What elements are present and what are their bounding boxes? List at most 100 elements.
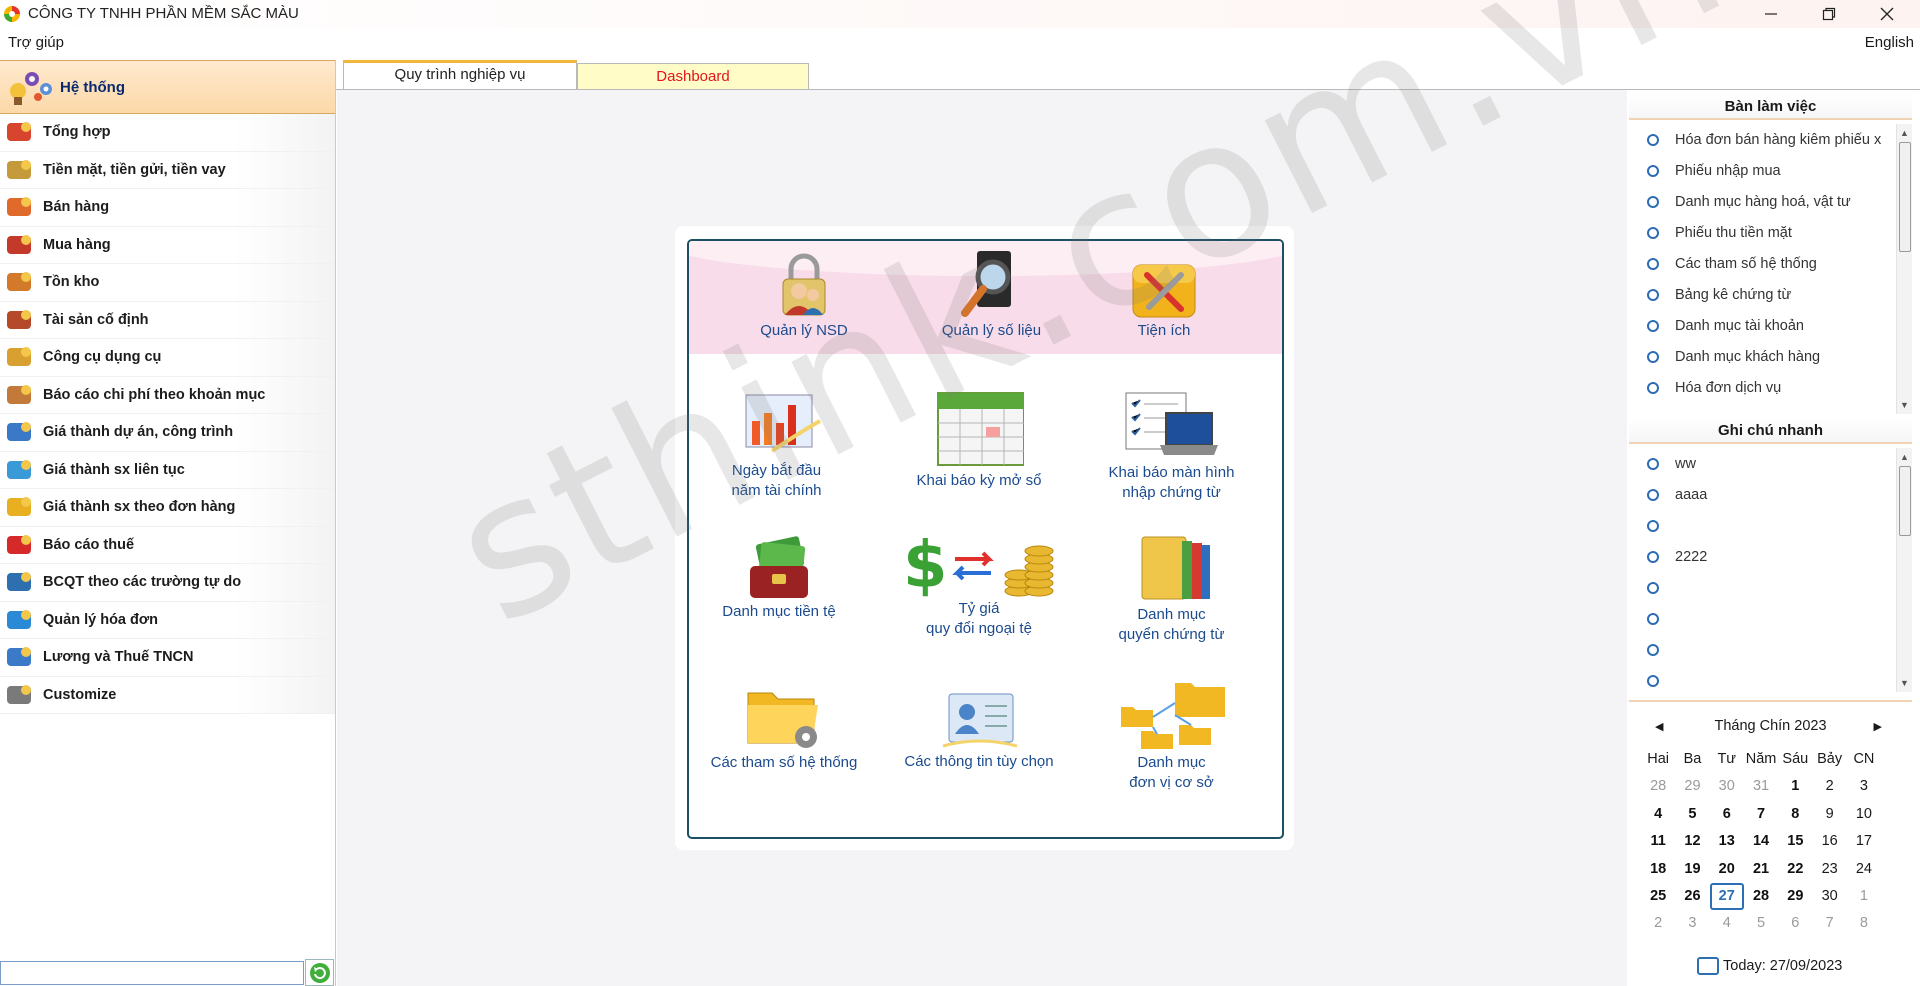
sidebar-search-input[interactable]: [0, 961, 304, 985]
tile-khai-bao-ky-mo-so[interactable]: Khai báo kỳ mở sổ: [904, 389, 1054, 491]
calendar-day[interactable]: 3: [1675, 910, 1709, 937]
minimize-button[interactable]: [1742, 0, 1800, 28]
calendar-day[interactable]: 28: [1744, 883, 1778, 910]
calendar-day[interactable]: 20: [1710, 856, 1744, 883]
language-switch[interactable]: English: [1865, 34, 1914, 51]
calendar-day[interactable]: 26: [1675, 883, 1709, 910]
tab-quy-trinh[interactable]: Quy trình nghiệp vụ: [343, 60, 577, 90]
tile-cac-tham-so-he-thong[interactable]: Các tham số hệ thống: [704, 681, 864, 773]
scroll-up-icon[interactable]: ▲: [1897, 448, 1912, 466]
sidebar-item[interactable]: Tồn kho: [0, 264, 335, 302]
sidebar-item[interactable]: Lương và Thuế TNCN: [0, 639, 335, 677]
tile-ty-gia[interactable]: $ Tỷ giá quy đổi ngoại tệ: [889, 531, 1069, 639]
calendar-day[interactable]: 30: [1710, 773, 1744, 800]
calendar-day[interactable]: 6: [1710, 801, 1744, 828]
calendar-day[interactable]: 12: [1675, 828, 1709, 855]
tile-khai-bao-man-hinh[interactable]: Khai báo màn hình nhập chứng từ: [1089, 389, 1254, 503]
sidebar-item[interactable]: Công cụ dụng cụ: [0, 339, 335, 377]
note-list-item[interactable]: 2222: [1629, 541, 1891, 572]
desk-list-item[interactable]: Danh mục khách hàng: [1629, 341, 1891, 372]
calendar-day[interactable]: 18: [1641, 856, 1675, 883]
sidebar-item[interactable]: Giá thành dự án, công trình: [0, 414, 335, 452]
calendar-day[interactable]: 14: [1744, 828, 1778, 855]
scroll-thumb[interactable]: [1899, 142, 1911, 252]
note-list-item[interactable]: aaaa: [1629, 479, 1891, 510]
sidebar-item[interactable]: Customize: [0, 676, 335, 714]
note-list-item[interactable]: [1629, 572, 1891, 603]
calendar-day[interactable]: 2: [1812, 773, 1846, 800]
menu-help[interactable]: Trợ giúp: [8, 34, 64, 51]
tile-danh-muc-tien-te[interactable]: Danh mục tiền tệ: [709, 536, 849, 622]
tile-danh-muc-quyen-chung-tu[interactable]: Danh mục quyển chứng từ: [1099, 531, 1244, 645]
restore-button[interactable]: [1800, 0, 1858, 28]
calendar-day[interactable]: 22: [1778, 856, 1812, 883]
calendar-day[interactable]: 7: [1812, 910, 1846, 937]
calendar-day[interactable]: 2: [1641, 910, 1675, 937]
desk-list-item[interactable]: Danh mục tài khoản: [1629, 310, 1891, 341]
calendar-day[interactable]: 23: [1812, 856, 1846, 883]
calendar-day[interactable]: 7: [1744, 801, 1778, 828]
calendar-day[interactable]: 28: [1641, 773, 1675, 800]
calendar-day[interactable]: 5: [1744, 910, 1778, 937]
calendar-day[interactable]: 29: [1675, 773, 1709, 800]
calendar-day[interactable]: 9: [1812, 801, 1846, 828]
calendar-day[interactable]: 29: [1778, 883, 1812, 910]
sidebar-item[interactable]: Tài sản cố định: [0, 301, 335, 339]
calendar-next-month-icon[interactable]: ▶: [1874, 720, 1882, 733]
notes-scrollbar[interactable]: ▲ ▼: [1896, 448, 1912, 692]
calendar-day[interactable]: 31: [1744, 773, 1778, 800]
sidebar-item[interactable]: Tiền mặt, tiền gửi, tiền vay: [0, 151, 335, 189]
calendar-day[interactable]: 24: [1847, 856, 1881, 883]
desk-scrollbar[interactable]: ▲ ▼: [1896, 124, 1912, 414]
calendar-day[interactable]: 1: [1847, 883, 1881, 910]
desk-list-item[interactable]: Hóa đơn dịch vụ: [1629, 372, 1891, 403]
calendar-day[interactable]: 16: [1812, 828, 1846, 855]
desk-list-item[interactable]: Hóa đơn bán hàng kiêm phiếu x: [1629, 124, 1891, 155]
calendar-day[interactable]: 25: [1641, 883, 1675, 910]
calendar-day[interactable]: 17: [1847, 828, 1881, 855]
sidebar-search-go-button[interactable]: [305, 959, 334, 986]
scroll-up-icon[interactable]: ▲: [1897, 124, 1912, 142]
calendar-day[interactable]: 8: [1778, 801, 1812, 828]
sidebar-item[interactable]: Bán hàng: [0, 189, 335, 227]
desk-list-item[interactable]: Các tham số hệ thống: [1629, 248, 1891, 279]
calendar-day[interactable]: 10: [1847, 801, 1881, 828]
desk-list-item[interactable]: Phiếu thu tiền mặt: [1629, 217, 1891, 248]
calendar-day[interactable]: 1: [1778, 773, 1812, 800]
calendar-day[interactable]: 5: [1675, 801, 1709, 828]
sidebar-item[interactable]: Báo cáo thuế: [0, 526, 335, 564]
scroll-down-icon[interactable]: ▼: [1897, 674, 1912, 692]
close-button[interactable]: [1858, 0, 1916, 28]
calendar-day[interactable]: 11: [1641, 828, 1675, 855]
calendar-day-today[interactable]: 27: [1709, 882, 1744, 910]
scroll-thumb[interactable]: [1899, 466, 1911, 536]
desk-list-item[interactable]: Bảng kê chứng từ: [1629, 279, 1891, 310]
sidebar-item[interactable]: Quản lý hóa đơn: [0, 601, 335, 639]
note-list-item[interactable]: ww: [1629, 448, 1891, 479]
calendar-day[interactable]: 15: [1778, 828, 1812, 855]
calendar-today-button[interactable]: Today: 27/09/2023: [1697, 957, 1842, 975]
calendar-day[interactable]: 13: [1710, 828, 1744, 855]
note-list-item[interactable]: [1629, 603, 1891, 634]
sidebar-item-he-thong[interactable]: Hệ thống: [0, 60, 335, 114]
tile-ngay-bat-dau[interactable]: Ngày bắt đầu năm tài chính: [709, 391, 844, 501]
sidebar-item[interactable]: Báo cáo chi phí theo khoản mục: [0, 376, 335, 414]
sidebar-item[interactable]: Giá thành sx theo đơn hàng: [0, 489, 335, 527]
calendar-day[interactable]: 19: [1675, 856, 1709, 883]
tab-dashboard[interactable]: Dashboard: [577, 63, 809, 90]
calendar-day[interactable]: 21: [1744, 856, 1778, 883]
calendar-day[interactable]: 3: [1847, 773, 1881, 800]
tile-danh-muc-don-vi-co-so[interactable]: Danh mục đơn vị cơ sở: [1099, 679, 1244, 793]
calendar-day[interactable]: 4: [1641, 801, 1675, 828]
sidebar-item[interactable]: Tổng hợp: [0, 114, 335, 152]
calendar-day[interactable]: 4: [1710, 910, 1744, 937]
tile-quan-ly-nsd[interactable]: Quản lý NSD: [749, 251, 859, 341]
sidebar-item[interactable]: Mua hàng: [0, 226, 335, 264]
calendar-day[interactable]: 8: [1847, 910, 1881, 937]
note-list-item[interactable]: [1629, 665, 1891, 696]
calendar-day[interactable]: 30: [1812, 883, 1846, 910]
desk-list-item[interactable]: Danh mục hàng hoá, vật tư: [1629, 186, 1891, 217]
scroll-down-icon[interactable]: ▼: [1897, 396, 1912, 414]
desk-list-item[interactable]: Phiếu nhập mua: [1629, 155, 1891, 186]
note-list-item[interactable]: [1629, 634, 1891, 665]
